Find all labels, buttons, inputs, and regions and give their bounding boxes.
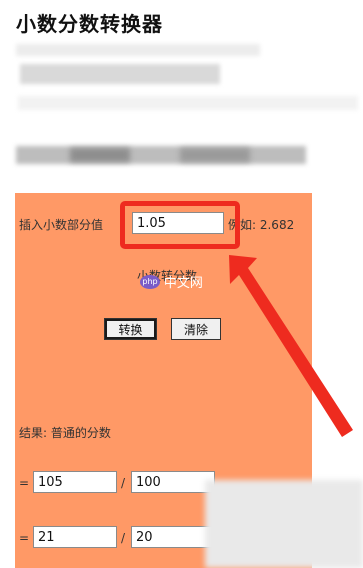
- arrow-shape: [229, 255, 353, 437]
- blurred-corner: [205, 480, 363, 568]
- page: 小数分数转换器 插入小数部分值 例如: 2.682 小数转分数 转换 清除 结果…: [0, 0, 363, 568]
